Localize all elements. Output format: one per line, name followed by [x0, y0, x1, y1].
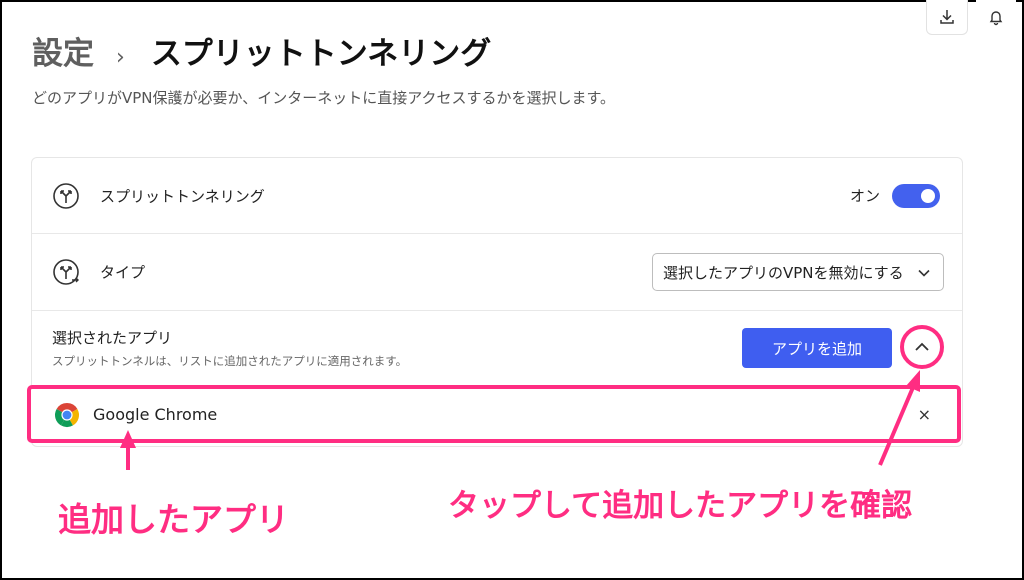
bell-icon: [989, 11, 1003, 26]
page-subtitle: どのアプリがVPN保護が必要か、インターネットに直接アクセスするかを選択します。: [32, 89, 615, 107]
selected-apps-row: 選択されたアプリ スプリットトンネルは、リストに追加されたアプリに適用されます。…: [32, 311, 962, 384]
annotation-added-app: 追加したアプリ: [58, 500, 289, 539]
download-icon: [940, 10, 954, 24]
type-dropdown[interactable]: 選択したアプリのVPNを無効にする: [652, 253, 944, 291]
split-tunneling-label: スプリットトンネリング: [100, 187, 265, 205]
split-tunneling-toggle-group: オン: [849, 183, 940, 208]
type-label: タイプ: [100, 263, 146, 282]
remove-app-button[interactable]: ×: [918, 405, 931, 424]
split-tunneling-toggle[interactable]: [892, 183, 940, 208]
chrome-icon: [54, 403, 80, 428]
breadcrumb: 設定 › スプリットトンネリング: [32, 28, 491, 73]
type-dropdown-value: 選択したアプリのVPNを無効にする: [663, 263, 904, 282]
annotation-tap-to-check: タップして追加したアプリを確認: [448, 488, 913, 524]
split-tunnel-icon: [53, 182, 79, 209]
chevron-down-icon: [918, 269, 930, 277]
type-icon: [53, 259, 79, 285]
toggle-state-label: オン: [849, 187, 880, 205]
selected-apps-title: 選択されたアプリ: [52, 329, 173, 347]
list-item: Google Chrome ×: [27, 385, 961, 443]
chevron-up-icon: [915, 342, 929, 351]
app-name: Google Chrome: [93, 405, 218, 424]
selected-apps-description: スプリットトンネルは、リストに追加されたアプリに適用されます。: [52, 354, 408, 368]
breadcrumb-separator: ›: [116, 45, 125, 70]
notifications-button[interactable]: [976, 0, 1016, 34]
download-button[interactable]: [926, 0, 968, 35]
type-row: タイプ 選択したアプリのVPNを無効にする: [32, 234, 962, 311]
add-app-button[interactable]: アプリを追加: [742, 328, 892, 368]
split-tunneling-row: スプリットトンネリング オン: [32, 158, 962, 234]
top-toolbar: [918, 0, 1016, 35]
breadcrumb-settings[interactable]: 設定: [32, 28, 94, 73]
page-title: スプリットトンネリング: [150, 36, 492, 72]
collapse-apps-button[interactable]: [900, 325, 944, 369]
toggle-knob: [921, 188, 935, 203]
